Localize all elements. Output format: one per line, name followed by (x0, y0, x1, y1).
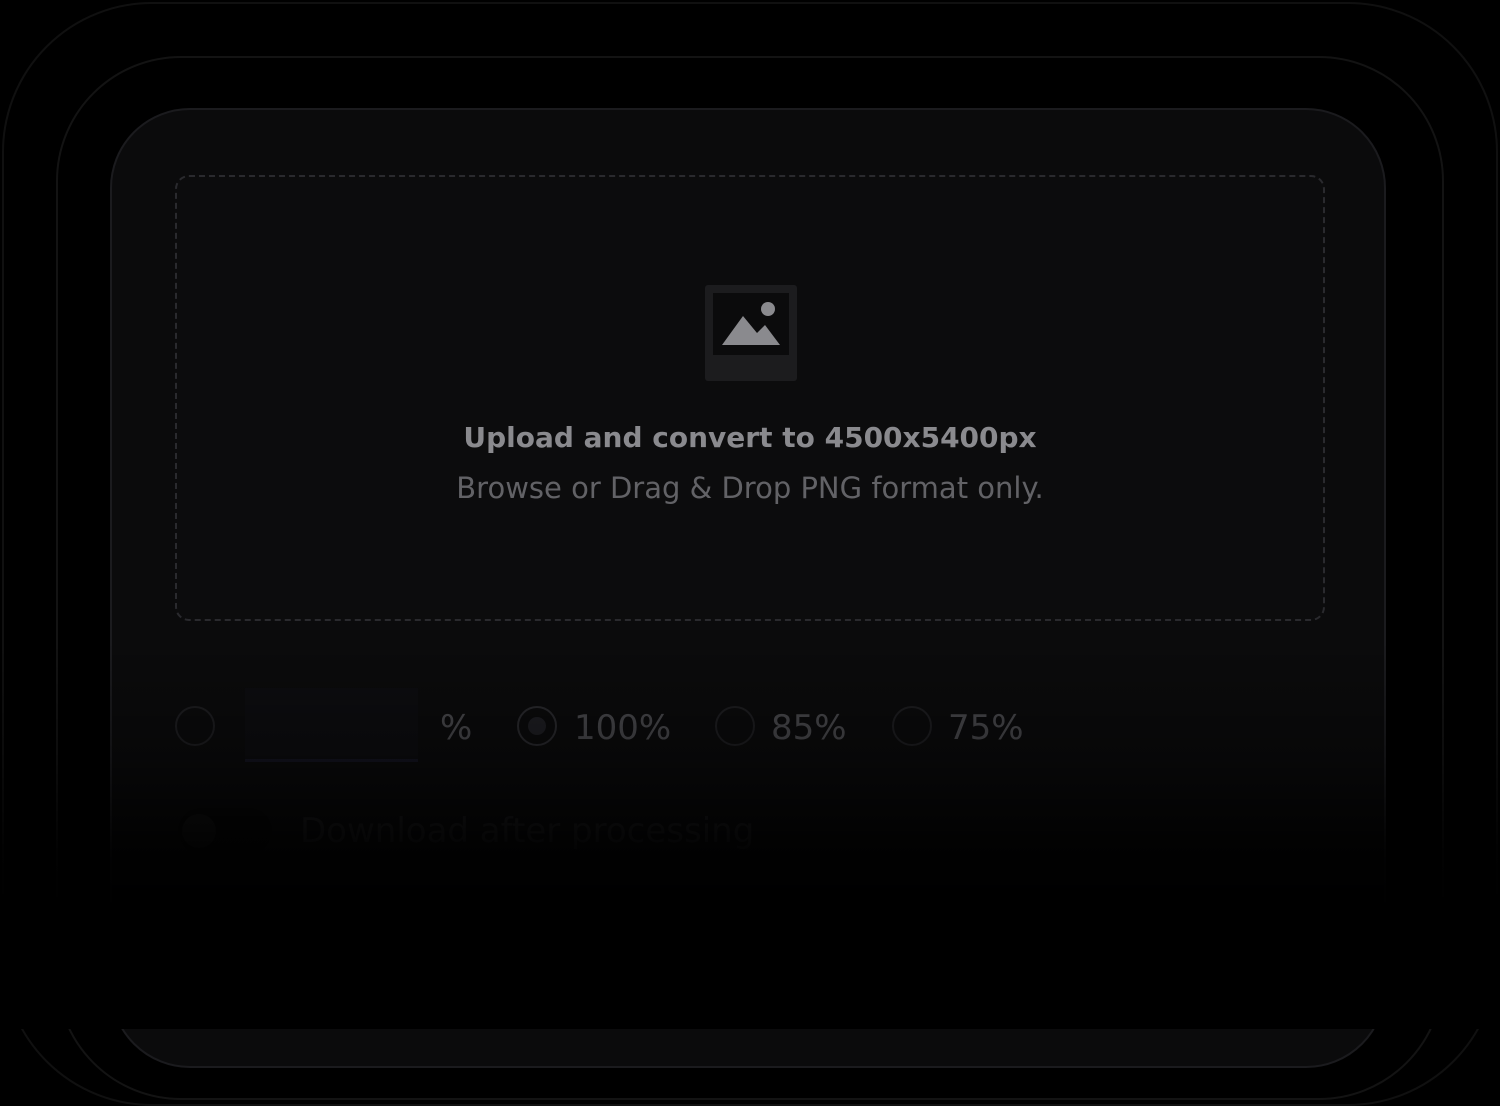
radio-custom-scale[interactable] (175, 706, 215, 746)
download-label: Download after processing (300, 811, 755, 851)
upload-subtitle: Browse or Drag & Drop PNG format only. (456, 471, 1044, 505)
scale-options: % 100% 85% 75% (0, 680, 1500, 780)
radio-label-100-percent: 100% (574, 708, 672, 748)
upload-dropzone[interactable]: Upload and convert to 4500x5400px Browse… (175, 175, 1325, 621)
custom-scale-input[interactable] (245, 688, 418, 762)
download-row: Download after processing (0, 800, 1500, 870)
image-icon (705, 285, 797, 381)
radio-75-percent[interactable] (892, 706, 932, 746)
toggle-knob (182, 814, 216, 848)
radio-label-75-percent: 75% (948, 708, 1024, 748)
upload-title: Upload and convert to 4500x5400px (463, 421, 1037, 454)
radio-85-percent[interactable] (715, 706, 755, 746)
custom-scale-unit: % (440, 708, 473, 748)
download-toggle[interactable] (178, 808, 272, 854)
radio-label-85-percent: 85% (771, 708, 847, 748)
radio-100-percent[interactable] (517, 706, 557, 746)
